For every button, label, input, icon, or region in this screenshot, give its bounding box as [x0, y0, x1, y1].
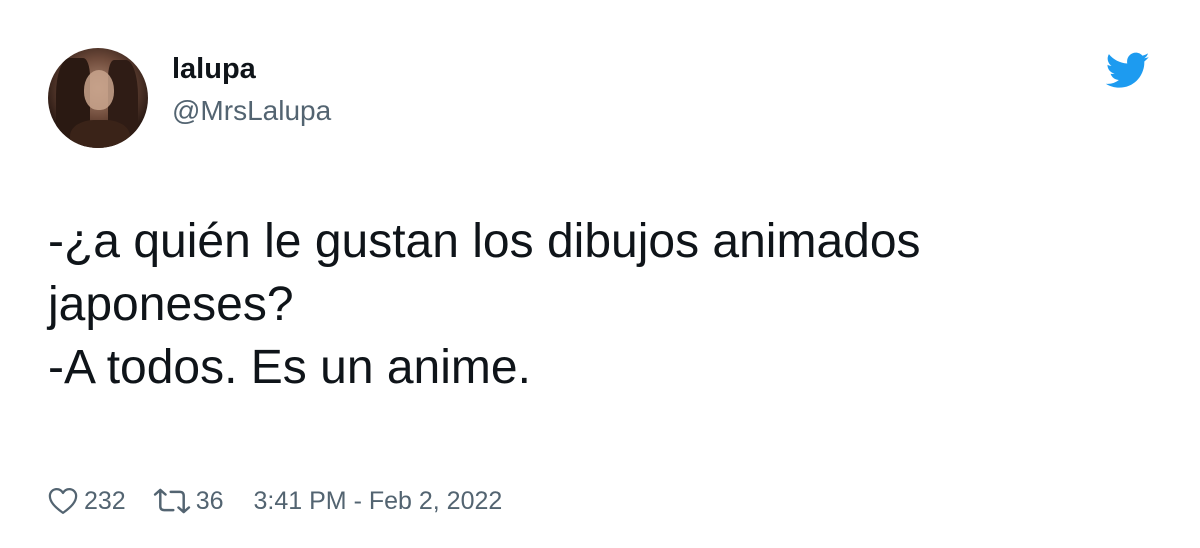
author-handle[interactable]: @MrsLalupa: [172, 94, 331, 128]
avatar-face: [84, 70, 114, 110]
heart-icon: [48, 488, 78, 514]
tweet-text-line: -¿a quién le gustan los dibujos animados: [48, 215, 921, 268]
tweet-text-line: japoneses?: [48, 278, 294, 331]
author-display-name[interactable]: lalupa: [172, 52, 256, 86]
tweet-meta-row: 232 36 3:41 PM - Feb 2, 2022: [48, 484, 502, 518]
tweet-text-line: -A todos. Es un anime.: [48, 341, 531, 394]
tweet-text: -¿a quién le gustan los dibujos animados…: [48, 210, 1158, 399]
tweet-timestamp[interactable]: 3:41 PM - Feb 2, 2022: [254, 487, 503, 516]
avatar-shoulder: [70, 120, 130, 148]
tweet-card: lalupa @MrsLalupa -¿a quién le gustan lo…: [0, 0, 1200, 548]
retweets-count: 36: [195, 486, 224, 515]
retweet-icon: [153, 488, 190, 514]
likes-button[interactable]: 232: [48, 487, 126, 516]
retweets-button[interactable]: 36: [152, 487, 224, 516]
likes-count: 232: [84, 486, 126, 515]
avatar[interactable]: [48, 48, 148, 148]
twitter-bird-icon[interactable]: [1106, 52, 1150, 90]
